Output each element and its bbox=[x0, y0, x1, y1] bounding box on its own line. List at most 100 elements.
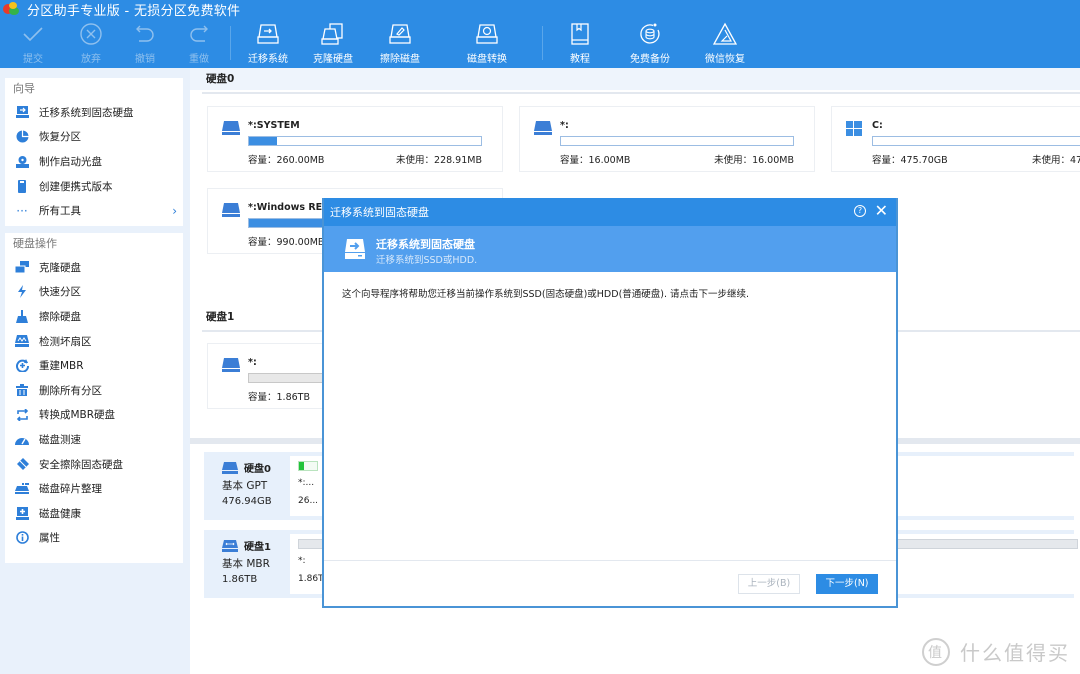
migrate-os-label: 迁移系统 bbox=[248, 54, 288, 65]
sidebar-item-label: 制作启动光盘 bbox=[39, 155, 102, 168]
disk-type: 基本 MBR bbox=[222, 558, 270, 570]
partition-capacity: 容量：1.86TB bbox=[248, 392, 310, 403]
eraser-icon bbox=[15, 457, 29, 471]
speedometer-icon bbox=[15, 432, 29, 446]
partition-card[interactable]: *:SYSTEM 容量：260.00MB 未使用：228.91MB bbox=[207, 106, 503, 172]
wechat-recovery-button[interactable]: 微信恢复 bbox=[695, 20, 755, 66]
sidebar-item-label: 快速分区 bbox=[39, 286, 81, 299]
sidebar-item-all-tools[interactable]: ··· 所有工具 › bbox=[5, 198, 183, 223]
book-icon bbox=[565, 20, 595, 48]
sidebar-item-properties[interactable]: 属性 bbox=[5, 526, 183, 551]
drive-icon bbox=[222, 539, 238, 552]
windows-icon bbox=[846, 121, 864, 136]
sidebar-item-label: 所有工具 bbox=[39, 205, 81, 218]
dialog-title-bar: 迁移系统到固态硬盘 ? ✕ bbox=[324, 198, 896, 226]
dialog-banner: 迁移系统到固态硬盘 迁移系统到SSD或HDD. bbox=[324, 226, 896, 272]
delete-partitions-icon bbox=[15, 383, 29, 397]
sidebar-item-label: 转换成MBR硬盘 bbox=[39, 409, 116, 422]
top-bar: 分区助手专业版 - 无损分区免费软件 提交 放弃 撤销 重做 迁移系统 克隆硬盘 bbox=[0, 0, 1080, 68]
migrate-os-button[interactable]: 迁移系统 bbox=[238, 20, 298, 66]
banner-subtitle: 迁移系统到SSD或HDD. bbox=[376, 255, 478, 266]
sidebar-item-quick-partition[interactable]: 快速分区 bbox=[5, 280, 183, 305]
dialog-description: 这个向导程序将帮助您迁移当前操作系统到SSD(固态硬盘)或HDD(普通硬盘). … bbox=[342, 289, 750, 300]
banner-title: 迁移系统到固态硬盘 bbox=[376, 238, 475, 251]
watermark: 值 什么值得买 bbox=[922, 637, 1070, 666]
app-logo-icon bbox=[3, 2, 21, 16]
disk-info: 硬盘0 基本 GPT 476.94GB bbox=[204, 452, 290, 520]
sidebar-item-label: 迁移系统到固态硬盘 bbox=[39, 106, 134, 119]
drive-icon bbox=[222, 461, 238, 474]
sidebar-item-disk-speed[interactable]: 磁盘测速 bbox=[5, 427, 183, 452]
sidebar-item-label: 磁盘碎片整理 bbox=[39, 483, 102, 496]
wizard-panel: 向导 迁移系统到固态硬盘 恢复分区 制作启动光盘 创建便携式版本 ··· 所有工… bbox=[5, 78, 183, 226]
disk-health-icon bbox=[15, 506, 29, 520]
lightning-icon bbox=[15, 285, 29, 299]
sidebar-item-defrag[interactable]: 磁盘碎片整理 bbox=[5, 476, 183, 501]
disk-convert-label: 磁盘转换 bbox=[467, 54, 507, 65]
sidebar-item-clone-disk[interactable]: 克隆硬盘 bbox=[5, 255, 183, 280]
chevron-right-icon: › bbox=[172, 203, 177, 218]
clone-disk-button[interactable]: 克隆硬盘 bbox=[303, 20, 363, 66]
partition-label: *:... bbox=[298, 478, 315, 488]
wechat-recovery-icon bbox=[710, 20, 740, 48]
help-icon[interactable]: ? bbox=[854, 205, 866, 217]
sidebar-item-label: 克隆硬盘 bbox=[39, 261, 81, 274]
usage-fill bbox=[249, 137, 277, 145]
wipe-disk-icon bbox=[15, 309, 29, 323]
drive-icon bbox=[222, 358, 240, 372]
dialog-title: 迁移系统到固态硬盘 bbox=[330, 206, 429, 219]
sidebar-item-label: 删除所有分区 bbox=[39, 384, 102, 397]
discard-button[interactable]: 放弃 bbox=[61, 20, 121, 66]
drive-icon bbox=[222, 203, 240, 217]
sidebar-item-bad-sector[interactable]: 检测坏扇区 bbox=[5, 329, 183, 354]
partition-label: *: bbox=[298, 556, 306, 566]
partition-name: *: bbox=[248, 357, 257, 368]
sidebar-item-portable-version[interactable]: 创建便携式版本 bbox=[5, 174, 183, 199]
more-icon: ··· bbox=[16, 203, 28, 218]
sidebar-item-bootable-media[interactable]: 制作启动光盘 bbox=[5, 149, 183, 174]
redo-button[interactable]: 重做 bbox=[169, 20, 229, 66]
convert-icon bbox=[15, 408, 29, 422]
undo-button[interactable]: 撤销 bbox=[115, 20, 175, 66]
sidebar-item-wipe-disk[interactable]: 擦除硬盘 bbox=[5, 304, 183, 329]
undo-label: 撤销 bbox=[135, 54, 155, 65]
wechat-recovery-label: 微信恢复 bbox=[705, 54, 745, 65]
partition-free: 未使用：16.00MB bbox=[714, 155, 794, 166]
prev-button[interactable]: 上一步(B) bbox=[738, 574, 800, 594]
sidebar-item-rebuild-mbr[interactable]: 重建MBR bbox=[5, 353, 183, 378]
sidebar-item-convert-mbr[interactable]: 转换成MBR硬盘 bbox=[5, 403, 183, 428]
tutorial-button[interactable]: 教程 bbox=[550, 20, 610, 66]
partition-card[interactable]: C: 容量：475.70GB 未使用：47 bbox=[831, 106, 1080, 172]
sidebar-item-migrate-os[interactable]: 迁移系统到固态硬盘 bbox=[5, 100, 183, 125]
sidebar-item-label: 磁盘测速 bbox=[39, 433, 81, 446]
next-button[interactable]: 下一步(N) bbox=[816, 574, 878, 594]
migrate-os-dialog: 迁移系统到固态硬盘 ? ✕ 迁移系统到固态硬盘 迁移系统到SSD或HDD. 这个… bbox=[322, 198, 898, 608]
partition-card[interactable]: *: 容量：16.00MB 未使用：16.00MB bbox=[519, 106, 815, 172]
wipe-disk-icon bbox=[385, 20, 415, 48]
sidebar-item-recover-partition[interactable]: 恢复分区 bbox=[5, 125, 183, 150]
wipe-disk-label: 擦除磁盘 bbox=[380, 54, 420, 65]
submit-label: 提交 bbox=[23, 54, 43, 65]
backup-icon bbox=[635, 20, 665, 48]
sidebar-item-label: 磁盘健康 bbox=[39, 507, 81, 520]
partition-capacity: 容量：260.00MB bbox=[248, 155, 325, 166]
tutorial-label: 教程 bbox=[570, 54, 590, 65]
clone-disk-label: 克隆硬盘 bbox=[313, 54, 353, 65]
wipe-disk-button[interactable]: 擦除磁盘 bbox=[370, 20, 430, 66]
info-icon bbox=[15, 531, 29, 545]
close-icon[interactable]: ✕ bbox=[875, 202, 888, 220]
watermark-logo-icon: 值 bbox=[922, 637, 950, 666]
sidebar-item-delete-partitions[interactable]: 删除所有分区 bbox=[5, 378, 183, 403]
sidebar-item-label: 检测坏扇区 bbox=[39, 335, 92, 348]
wizard-panel-title: 向导 bbox=[13, 82, 35, 95]
divider bbox=[202, 92, 1080, 94]
disk-convert-button[interactable]: 磁盘转换 bbox=[457, 20, 517, 66]
disk-ops-panel-title: 硬盘操作 bbox=[13, 237, 57, 250]
drive-icon bbox=[534, 121, 552, 135]
free-backup-button[interactable]: 免费备份 bbox=[620, 20, 680, 66]
disk-title: 硬盘0 bbox=[244, 464, 271, 475]
submit-button[interactable]: 提交 bbox=[3, 20, 63, 66]
sidebar-item-label: 擦除硬盘 bbox=[39, 310, 81, 323]
sidebar-item-disk-health[interactable]: 磁盘健康 bbox=[5, 501, 183, 526]
sidebar-item-secure-erase-ssd[interactable]: 安全擦除固态硬盘 bbox=[5, 452, 183, 477]
